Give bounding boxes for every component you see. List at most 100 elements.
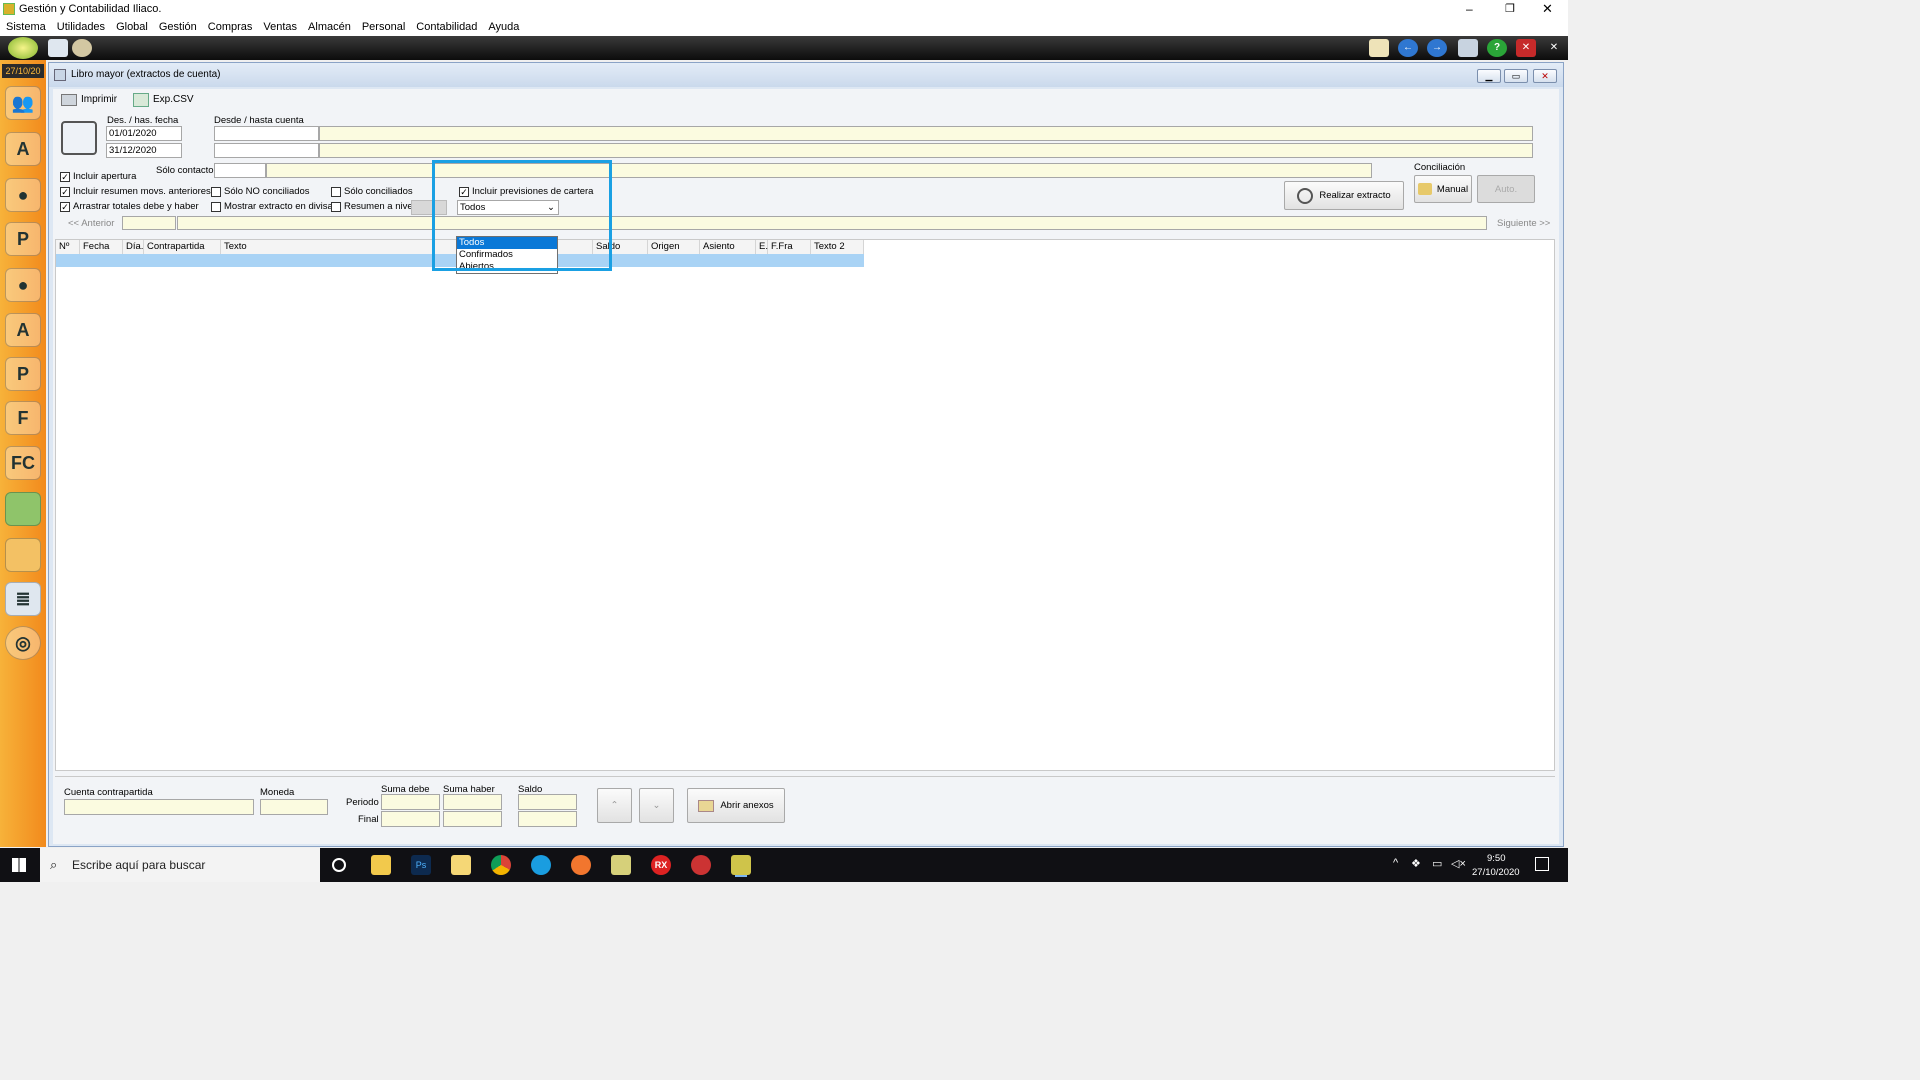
document-fc-icon[interactable]: FC xyxy=(5,446,41,480)
rx-app-icon[interactable]: RX xyxy=(651,855,671,875)
date-to-input[interactable]: 31/12/2020 xyxy=(106,143,182,158)
person-p-icon[interactable]: P xyxy=(5,222,41,256)
move-up-button[interactable]: ⌃ xyxy=(597,788,632,823)
books-a-icon[interactable]: A xyxy=(5,132,41,166)
home-orb-icon[interactable] xyxy=(8,37,38,59)
menu-gestion[interactable]: Gestión xyxy=(159,18,197,36)
volume-icon[interactable]: ◁× xyxy=(1451,857,1466,870)
iliaco-active-icon[interactable] xyxy=(731,855,751,875)
menu-utilidades[interactable]: Utilidades xyxy=(57,18,105,36)
window-maximize-button[interactable]: ▭ xyxy=(1504,69,1528,83)
green-bag-icon[interactable] xyxy=(5,492,41,526)
ledger-large-icon xyxy=(61,121,97,155)
prev-link[interactable]: << Anterior xyxy=(68,218,114,229)
window-minimize-button[interactable]: ▁ xyxy=(1477,69,1501,83)
tray-chevron-icon[interactable]: ^ xyxy=(1393,857,1398,869)
users-group-icon[interactable]: 👥 xyxy=(5,86,41,120)
ledger-book-icon[interactable]: ≣ xyxy=(5,582,41,616)
menu-personal[interactable]: Personal xyxy=(362,18,405,36)
abrir-anexos-button[interactable]: Abrir anexos xyxy=(687,788,785,823)
menu-ayuda[interactable]: Ayuda xyxy=(488,18,519,36)
grid-header-origen[interactable]: Origen xyxy=(648,240,700,254)
firefox-icon[interactable] xyxy=(571,855,591,875)
menu-global[interactable]: Global xyxy=(116,18,148,36)
realizar-extracto-button[interactable]: Realizar extracto xyxy=(1284,181,1404,210)
grid-header-num[interactable]: Nº xyxy=(56,240,80,254)
highlight-box xyxy=(432,160,612,271)
resumen-nivel-checkbox[interactable]: Resumen a nivel xyxy=(331,201,415,212)
menu-almacen[interactable]: Almacén xyxy=(308,18,351,36)
grid-header-ffra[interactable]: F.Fra xyxy=(768,240,811,254)
task-view-icon[interactable] xyxy=(332,858,346,872)
export-csv-button[interactable]: Exp.CSV xyxy=(131,91,194,109)
document-f-icon[interactable]: F xyxy=(5,401,41,435)
close-window-icon[interactable]: ✕ xyxy=(1516,39,1536,57)
move-down-button[interactable]: ⌄ xyxy=(639,788,674,823)
minimize-icon[interactable]: – xyxy=(1466,0,1473,18)
auto-button[interactable]: Auto. xyxy=(1477,175,1535,203)
contra-input[interactable] xyxy=(64,799,254,815)
grid-header-asiento[interactable]: Asiento xyxy=(700,240,756,254)
person-a-icon[interactable]: A xyxy=(5,313,41,347)
close-icon[interactable]: ✕ xyxy=(1542,0,1553,18)
taskbar-search[interactable]: ⌕ Escribe aquí para buscar xyxy=(40,848,320,882)
account-to-code-input[interactable] xyxy=(214,143,319,158)
nav-code-input[interactable] xyxy=(122,216,176,230)
dropbox-icon[interactable]: ❖ xyxy=(1411,857,1421,870)
disc-icon[interactable]: ◎ xyxy=(5,626,41,660)
opera-icon[interactable] xyxy=(691,855,711,875)
mostrar-divisa-checkbox[interactable]: Mostrar extracto en divisa xyxy=(211,201,333,212)
chevron-down-icon: ⌄ xyxy=(652,800,661,811)
photoshop-icon[interactable]: Ps xyxy=(411,855,431,875)
document-p-icon[interactable]: P xyxy=(5,357,41,391)
contact-label: Sólo contacto xyxy=(156,165,214,176)
grid-header-e[interactable]: E. xyxy=(756,240,768,254)
window-close-button[interactable]: ✕ xyxy=(1533,69,1557,83)
grid-header-texto2[interactable]: Texto 2 xyxy=(811,240,864,254)
account-from-code-input[interactable] xyxy=(214,126,319,141)
file-explorer-icon[interactable] xyxy=(371,855,391,875)
incluir-apertura-checkbox[interactable]: ✓ Incluir apertura xyxy=(60,171,136,182)
back-arrow-icon[interactable]: ← xyxy=(1398,39,1418,57)
solo-no-conciliados-checkbox[interactable]: Sólo NO conciliados xyxy=(211,186,310,197)
contacts-icon[interactable]: ● xyxy=(5,268,41,302)
menu-contabilidad[interactable]: Contabilidad xyxy=(416,18,477,36)
next-link[interactable]: Siguiente >> xyxy=(1497,218,1550,229)
chrome-icon[interactable] xyxy=(491,855,511,875)
notifications-icon[interactable] xyxy=(1535,857,1549,871)
orange-bag-icon[interactable] xyxy=(5,538,41,572)
menu-compras[interactable]: Compras xyxy=(208,18,253,36)
menu-ventas[interactable]: Ventas xyxy=(263,18,297,36)
folder-icon[interactable] xyxy=(451,855,471,875)
menu-sistema[interactable]: Sistema xyxy=(6,18,46,36)
grid-header-contrapartida[interactable]: Contrapartida xyxy=(144,240,221,254)
restore-icon[interactable]: ❐ xyxy=(1505,0,1515,18)
person-icon[interactable]: ● xyxy=(5,178,41,212)
periodo-label: Periodo xyxy=(346,797,379,808)
grid-header-dia[interactable]: Día. xyxy=(123,240,144,254)
contra-label: Cuenta contrapartida xyxy=(64,787,153,798)
mail-icon[interactable] xyxy=(1369,39,1389,57)
compass-icon[interactable] xyxy=(72,39,92,57)
ledger-icon[interactable] xyxy=(48,39,68,57)
account-from-name-input[interactable] xyxy=(319,126,1533,141)
solo-conciliados-checkbox[interactable]: Sólo conciliados xyxy=(331,186,413,197)
grid-header-fecha[interactable]: Fecha xyxy=(80,240,123,254)
arrastrar-totales-checkbox[interactable]: ✓ Arrastrar totales debe y haber xyxy=(60,201,199,212)
edge-icon[interactable] xyxy=(531,855,551,875)
moneda-input[interactable] xyxy=(260,799,328,815)
print-button[interactable]: Imprimir xyxy=(59,91,117,109)
network-icon[interactable]: ▭ xyxy=(1432,857,1442,870)
nav-name-input[interactable] xyxy=(177,216,1487,230)
windows-list-icon[interactable] xyxy=(1458,39,1478,57)
windows-start-icon[interactable] xyxy=(12,858,26,872)
manual-button[interactable]: Manual xyxy=(1414,175,1472,203)
account-to-name-input[interactable] xyxy=(319,143,1533,158)
date-from-input[interactable]: 01/01/2020 xyxy=(106,126,182,141)
incluir-resumen-checkbox[interactable]: ✓ Incluir resumen movs. anteriores xyxy=(60,186,211,197)
help-icon[interactable]: ? xyxy=(1487,39,1507,57)
forward-arrow-icon[interactable]: → xyxy=(1427,39,1447,57)
exit-icon[interactable]: ✕ xyxy=(1544,39,1564,57)
iliaco-app-icon[interactable] xyxy=(611,855,631,875)
contact-code-input[interactable] xyxy=(214,163,266,178)
